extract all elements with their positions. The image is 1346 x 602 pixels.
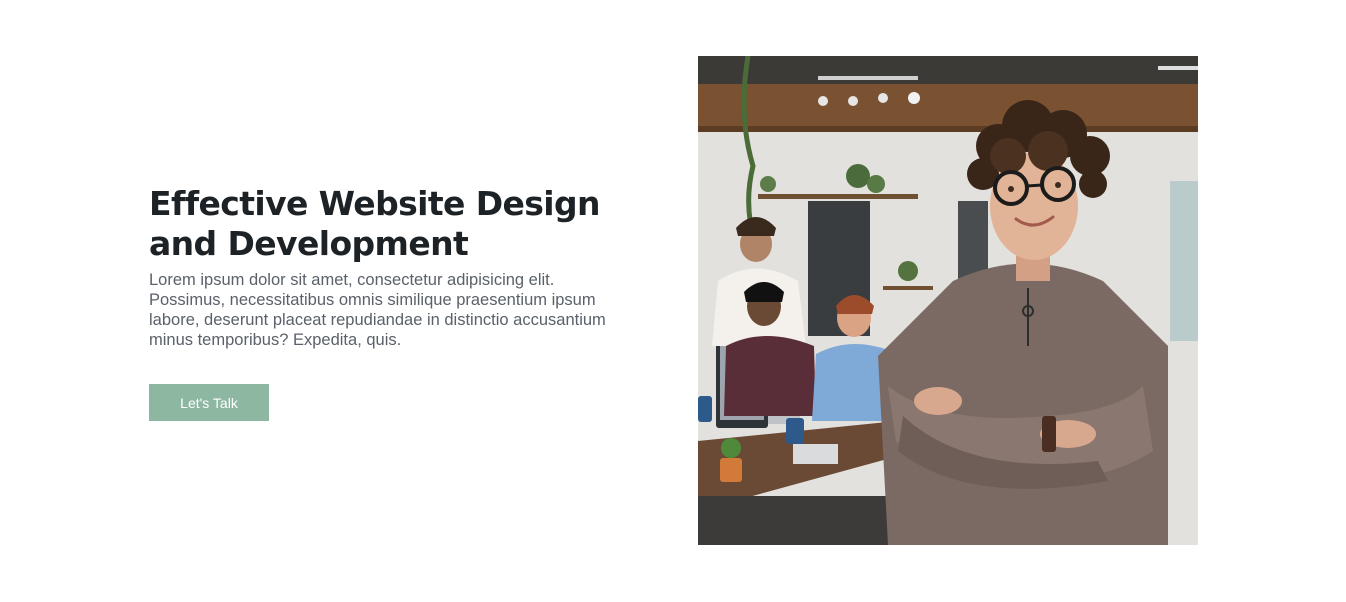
hero-description: Lorem ipsum dolor sit amet, consectetur … — [149, 271, 606, 349]
hero-photo — [698, 56, 1198, 545]
hero-title: Effective Website Design and Development — [149, 184, 601, 263]
hero-section: Effective Website Design and Development… — [0, 0, 1346, 602]
lets-talk-button[interactable]: Let's Talk — [149, 384, 269, 421]
hero-text: Effective Website Design and Development… — [149, 184, 639, 350]
